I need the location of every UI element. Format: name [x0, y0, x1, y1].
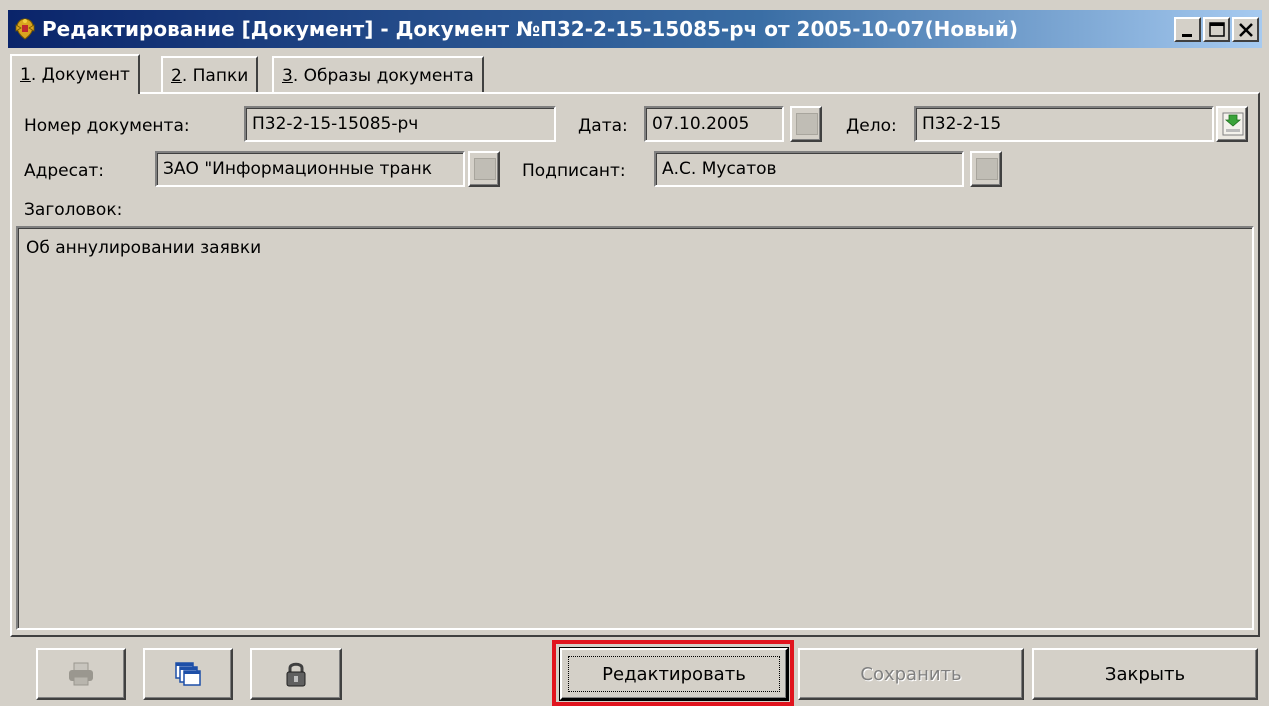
maximize-button[interactable] — [1203, 17, 1230, 42]
heading-textarea[interactable]: Об аннулировании заявки — [16, 226, 1254, 630]
tab-label: . Документ — [30, 65, 130, 85]
signer-label: Подписант: — [522, 161, 626, 181]
close-button-label: Закрыть — [1104, 664, 1186, 685]
signer-field[interactable]: А.С. Мусатов — [654, 151, 964, 187]
print-button[interactable] — [36, 648, 126, 700]
doc-number-field[interactable]: П32-2-15-15085-рч — [244, 106, 556, 142]
tab-label: . Папки — [181, 66, 249, 86]
tab-hotkey: 1 — [20, 65, 31, 85]
tab-label: . Образы документа — [292, 66, 474, 86]
close-dialog-button[interactable]: Закрыть — [1032, 648, 1258, 700]
calendar-button[interactable] — [790, 106, 822, 142]
heading-label: Заголовок: — [24, 200, 123, 220]
select-list-icon — [976, 158, 998, 180]
addressee-label: Адресат: — [24, 161, 105, 181]
tab-hotkey: 3 — [282, 66, 293, 86]
close-button[interactable] — [1232, 17, 1259, 42]
tab-document[interactable]: 1. Документ — [10, 54, 140, 94]
tab-hotkey: 2 — [171, 66, 182, 86]
windows-button[interactable] — [143, 648, 233, 700]
select-list-icon — [1222, 112, 1244, 136]
minimize-icon — [1182, 34, 1192, 37]
maximize-icon — [1209, 22, 1225, 37]
edit-button[interactable]: Редактировать — [560, 648, 788, 700]
date-field[interactable]: 07.10.2005 — [644, 106, 784, 142]
case-field[interactable]: П32-2-15 — [914, 106, 1214, 142]
save-button-label: Сохранить — [860, 664, 962, 685]
minimize-button[interactable] — [1174, 17, 1201, 42]
close-icon — [1239, 23, 1253, 37]
windows-icon — [175, 662, 201, 686]
lock-button[interactable] — [250, 648, 342, 700]
date-label: Дата: — [578, 116, 628, 136]
case-select-button[interactable] — [1216, 106, 1248, 142]
addressee-select-button[interactable] — [468, 151, 500, 187]
title-bar[interactable]: Редактирование [Документ] - Документ №П3… — [8, 10, 1262, 48]
doc-number-label: Номер документа: — [24, 116, 190, 136]
addressee-field[interactable]: ЗАО "Информационные транк — [155, 151, 465, 187]
window-title: Редактирование [Документ] - Документ №П3… — [42, 17, 1018, 41]
case-label: Дело: — [846, 116, 897, 136]
save-button[interactable]: Сохранить — [798, 648, 1024, 700]
emblem-icon — [12, 16, 38, 42]
calendar-icon — [796, 113, 818, 135]
heading-text: Об аннулировании заявки — [26, 238, 262, 258]
tab-folders[interactable]: 2. Папки — [161, 56, 259, 92]
printer-icon — [69, 662, 93, 686]
signer-select-button[interactable] — [970, 151, 1002, 187]
select-list-icon — [474, 158, 496, 180]
lock-icon — [286, 662, 306, 687]
focus-rectangle — [568, 656, 780, 692]
tab-document-images[interactable]: 3. Образы документа — [272, 56, 484, 92]
edit-document-window: Редактирование [Документ] - Документ №П3… — [0, 0, 1269, 706]
